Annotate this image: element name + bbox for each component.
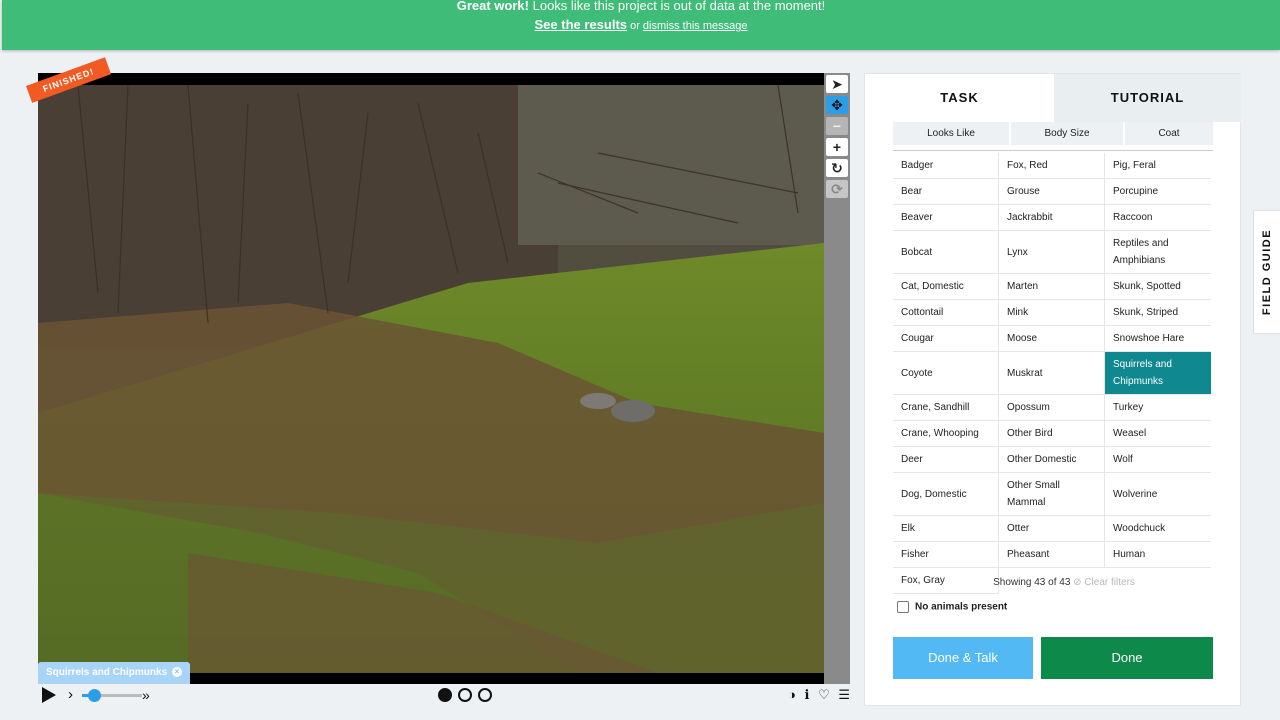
species-option[interactable]: Crane, Whooping: [893, 421, 999, 447]
species-option[interactable]: Badger: [893, 153, 999, 179]
species-grid: Badger Fox, Red Pig, Feral Bear Grouse Porcup…: [893, 153, 1211, 594]
species-option[interactable]: Turkey: [1105, 395, 1211, 421]
viewer-action-icons: ◑ ℹ ♡ ☰: [783, 686, 850, 704]
info-icon[interactable]: ℹ: [804, 686, 809, 704]
species-option[interactable]: Skunk, Spotted: [1105, 274, 1211, 300]
see-results-link[interactable]: See the results: [535, 17, 628, 32]
fast-forward-icon[interactable]: »: [142, 686, 150, 704]
remove-chip-icon[interactable]: ×: [171, 667, 182, 678]
species-option[interactable]: Raccoon: [1105, 205, 1211, 231]
species-option[interactable]: Fisher: [893, 542, 999, 568]
field-guide-tab[interactable]: FIELD GUIDE: [1253, 210, 1280, 334]
subject-image-viewer[interactable]: [38, 73, 824, 684]
species-option[interactable]: Cougar: [893, 326, 999, 352]
invert-icon[interactable]: ◑: [788, 686, 796, 704]
collections-list-icon[interactable]: ☰: [838, 686, 850, 704]
species-option[interactable]: Wolverine: [1105, 473, 1211, 516]
move-icon[interactable]: ✥: [826, 96, 848, 114]
speed-slider[interactable]: [82, 689, 142, 702]
clear-filters-label: Clear filters: [1084, 577, 1135, 588]
species-option[interactable]: Bear: [893, 179, 999, 205]
play-icon[interactable]: [42, 687, 56, 703]
image-toolbar: ➤ ✥ − + ↻ ⟳: [824, 73, 850, 684]
species-option[interactable]: Cat, Domestic: [893, 274, 999, 300]
field-guide-label: FIELD GUIDE: [1261, 228, 1273, 316]
dismiss-message-link[interactable]: dismiss this message: [643, 20, 748, 32]
species-option[interactable]: Otter: [999, 516, 1105, 542]
species-option[interactable]: Elk: [893, 516, 999, 542]
done-and-talk-button[interactable]: Done & Talk: [893, 637, 1033, 679]
species-option[interactable]: Coyote: [893, 352, 999, 395]
species-option[interactable]: Other Bird: [999, 421, 1105, 447]
species-option[interactable]: Grouse: [999, 179, 1105, 205]
species-option[interactable]: Reptiles and Amphibians: [1105, 231, 1211, 274]
species-option[interactable]: Pig, Feral: [1105, 153, 1211, 179]
banner-headline-text: Looks like this project is out of data a…: [532, 0, 826, 13]
species-option[interactable]: Crane, Sandhill: [893, 395, 999, 421]
filter-body-size[interactable]: Body Size: [1011, 122, 1123, 145]
species-option[interactable]: Pheasant: [999, 542, 1105, 568]
species-option[interactable]: Fox, Red: [999, 153, 1105, 179]
banner-headline-bold: Great work!: [456, 0, 529, 13]
species-option[interactable]: Cottontail: [893, 300, 999, 326]
species-option[interactable]: Lynx: [999, 231, 1105, 274]
species-option[interactable]: Weasel: [1105, 421, 1211, 447]
species-option[interactable]: Deer: [893, 447, 999, 473]
filter-bar: Looks Like Body Size Coat: [893, 122, 1213, 145]
species-option[interactable]: Jackrabbit: [999, 205, 1105, 231]
pointer-icon[interactable]: ➤: [826, 75, 848, 93]
species-option[interactable]: Skunk, Striped: [1105, 300, 1211, 326]
done-button[interactable]: Done: [1041, 637, 1213, 679]
filter-looks-like[interactable]: Looks Like: [893, 122, 1009, 145]
notification-banner: Great work! Looks like this project is o…: [2, 0, 1280, 50]
tab-tutorial[interactable]: TUTORIAL: [1054, 74, 1241, 122]
banner-message: Great work! Looks like this project is o…: [2, 0, 1280, 14]
zoom-in-icon[interactable]: +: [826, 138, 848, 156]
species-option[interactable]: Dog, Domestic: [893, 473, 999, 516]
species-option[interactable]: Marten: [999, 274, 1105, 300]
no-animals-checkbox-row[interactable]: No animals present: [897, 601, 1007, 613]
showing-text: Showing 43 of 43: [993, 577, 1071, 588]
species-option[interactable]: Muskrat: [999, 352, 1105, 395]
clear-filters-link[interactable]: ⊘ Clear filters: [1073, 577, 1135, 588]
species-option[interactable]: Human: [1105, 542, 1211, 568]
camera-trap-photo: [38, 84, 824, 684]
species-option[interactable]: Bobcat: [893, 231, 999, 274]
task-panel: TASK TUTORIAL Looks Like Body Size Coat …: [864, 73, 1241, 706]
chip-label: Squirrels and Chipmunks: [46, 667, 168, 678]
frame-dot[interactable]: [458, 688, 472, 702]
zoom-out-icon[interactable]: −: [826, 117, 848, 135]
frame-selector: [438, 688, 498, 707]
species-option[interactable]: Moose: [999, 326, 1105, 352]
rotate-icon[interactable]: ↻: [826, 159, 848, 177]
species-option[interactable]: Mink: [999, 300, 1105, 326]
species-option[interactable]: Other Domestic: [999, 447, 1105, 473]
reset-icon[interactable]: ⟳: [826, 180, 848, 198]
showing-count: Showing 43 of 43 ⊘ Clear filters: [865, 577, 1241, 588]
tab-task[interactable]: TASK: [865, 74, 1054, 122]
species-option[interactable]: Squirrels and Chipmunks: [1105, 352, 1211, 395]
speed-slider-thumb[interactable]: [88, 689, 101, 702]
species-option[interactable]: Snowshoe Hare: [1105, 326, 1211, 352]
species-option[interactable]: Woodchuck: [1105, 516, 1211, 542]
panel-tabs: TASK TUTORIAL: [865, 74, 1241, 122]
playback-controls: › » ◑ ℹ ♡ ☰: [38, 686, 850, 706]
frame-dot[interactable]: [478, 688, 492, 702]
species-option[interactable]: Opossum: [999, 395, 1105, 421]
chevron-right-icon[interactable]: ›: [68, 686, 73, 704]
species-option[interactable]: Porcupine: [1105, 179, 1211, 205]
no-animals-label: No animals present: [915, 601, 1008, 613]
species-option[interactable]: Beaver: [893, 205, 999, 231]
no-animals-checkbox[interactable]: [897, 601, 909, 613]
filter-coat[interactable]: Coat: [1125, 122, 1213, 145]
filter-divider: [893, 150, 1213, 151]
selected-species-chip[interactable]: Squirrels and Chipmunks ×: [38, 662, 190, 684]
species-option[interactable]: Wolf: [1105, 447, 1211, 473]
species-option[interactable]: Other Small Mammal: [999, 473, 1105, 516]
frame-dot[interactable]: [438, 688, 452, 702]
banner-or-text: or: [630, 20, 640, 32]
favorite-heart-icon[interactable]: ♡: [818, 686, 830, 704]
